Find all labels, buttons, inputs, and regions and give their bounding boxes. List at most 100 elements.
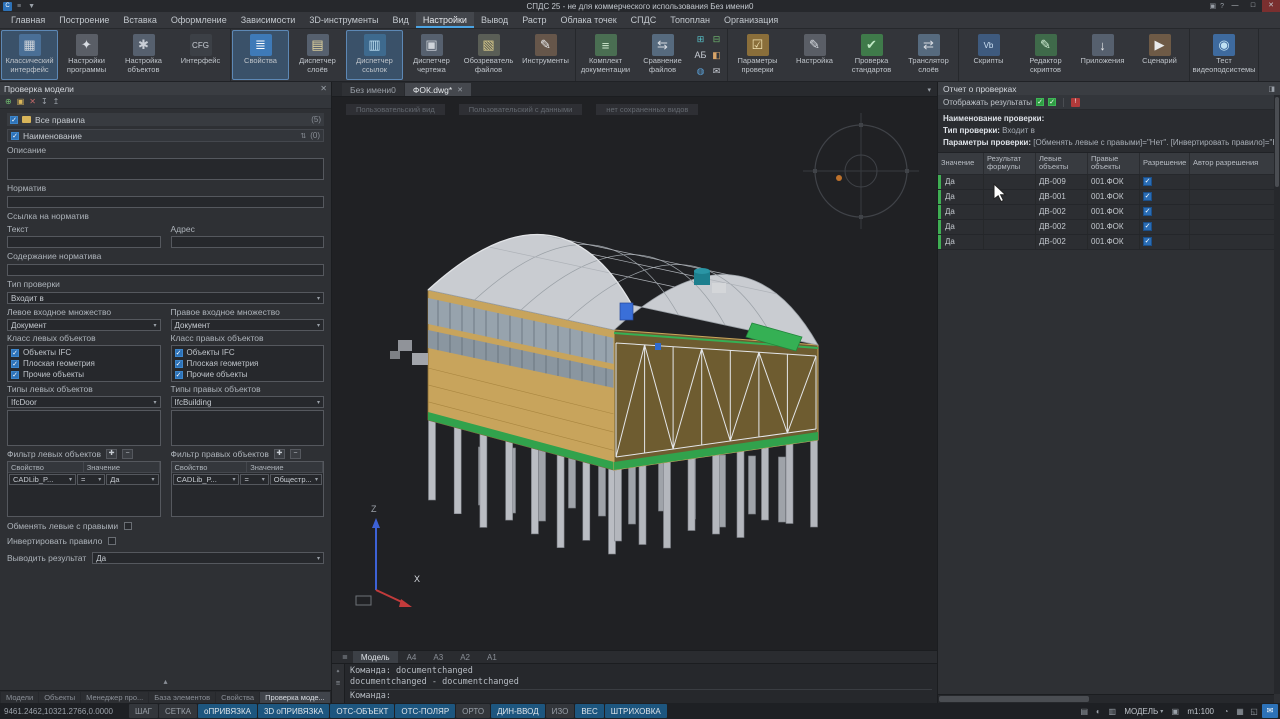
report-column-header[interactable]: Значение [938, 153, 984, 174]
rules-root-checkbox[interactable] [10, 116, 18, 124]
toggle-ДИН-ВВОД[interactable]: ДИН-ВВОД [491, 704, 544, 718]
swap-checkbox[interactable] [124, 522, 132, 530]
annotation-visibility-icon[interactable]: ◐ [1091, 707, 1105, 716]
resolution-checkbox[interactable]: ✓ [1143, 192, 1152, 201]
saved-view-button[interactable]: нет сохраненных видов [596, 104, 698, 115]
remove-filter-icon[interactable]: − [122, 449, 133, 459]
auto-annotation-icon[interactable]: ▥ [1105, 707, 1119, 716]
menu-item-СПДС[interactable]: СПДС [624, 12, 664, 28]
menu-item-Вывод[interactable]: Вывод [474, 12, 515, 28]
class-option[interactable]: Объекты IFC [11, 348, 157, 357]
report-row[interactable]: ДаДВ-002001.ФОК✓ [938, 220, 1280, 235]
class-option-checkbox[interactable] [11, 360, 19, 368]
left-types-listbox[interactable] [7, 410, 161, 446]
toggle-ОРТО[interactable]: ОРТО [456, 704, 490, 718]
report-row[interactable]: ДаДВ-001001.ФОК✓ [938, 190, 1280, 205]
resolution-checkbox[interactable]: ✓ [1143, 237, 1152, 246]
history-icon[interactable]: ≡ [336, 679, 340, 687]
layout-tab-Модель[interactable]: Модель [353, 651, 398, 663]
panel-close-icon[interactable]: ✕ [320, 84, 327, 93]
ribbon-button-properties[interactable]: ≣Свойства [232, 30, 289, 80]
remove-filter-icon[interactable]: − [290, 449, 301, 459]
panel-tab-Модели[interactable]: Модели [1, 692, 38, 703]
toggle-ШТРИХОВКА[interactable]: ШТРИХОВКА [605, 704, 667, 718]
panel-tab-Объекты[interactable]: Объекты [39, 692, 80, 703]
table-export-icon[interactable]: ⊟ [709, 32, 724, 47]
layout-tab-А4[interactable]: А4 [399, 651, 425, 663]
layout-list-icon[interactable]: ≣ [338, 651, 352, 663]
import-rules-icon[interactable]: ↧ [41, 97, 48, 106]
ribbon-button-file-browser[interactable]: ▧Обозреватель файлов [460, 30, 517, 80]
report-row[interactable]: ДаДВ-002001.ФОК✓ [938, 235, 1280, 250]
filter-operator-dropdown[interactable]: =▾ [77, 474, 105, 485]
errors-filter-icon[interactable]: ! [1071, 98, 1080, 107]
sort-arrows-icon[interactable]: ⇅ [300, 132, 306, 140]
ribbon-button-apps[interactable]: ↓Приложения [1074, 30, 1131, 80]
rule-group-row[interactable]: Наименование ⇅ (0) [7, 129, 324, 142]
rules-root-item[interactable]: Все правила (5) [7, 113, 324, 126]
scale-lock-icon[interactable]: ▣ [1168, 707, 1182, 716]
right-set-dropdown[interactable]: Документ ▾ [171, 319, 325, 331]
ribbon-button-scripts-vb[interactable]: VbСкрипты [960, 30, 1017, 80]
left-type-dropdown[interactable]: IfcDoor ▾ [7, 396, 161, 408]
panel-tab-Свойства[interactable]: Свойства [216, 692, 259, 703]
collapse-chevron-icon[interactable]: ▴ [7, 677, 324, 686]
report-column-header[interactable]: Правые объекты [1088, 153, 1140, 174]
class-option-checkbox[interactable] [175, 360, 183, 368]
table-import-icon[interactable]: ⊞ [693, 32, 708, 47]
add-filter-icon[interactable]: ✚ [106, 449, 117, 459]
ribbon-button-script-editor[interactable]: ✎Редактор скриптов [1017, 30, 1074, 80]
menu-item-Построение[interactable]: Построение [52, 12, 116, 28]
class-option[interactable]: Прочие объекты [175, 370, 321, 379]
ribbon-button-file-compare[interactable]: ⇆Сравнение файлов [634, 30, 691, 80]
ribbon-button-check-params[interactable]: ☑Параметры проверки [729, 30, 786, 80]
spellcheck-icon[interactable]: АБ [693, 48, 708, 63]
close-button[interactable]: ✕ [1262, 0, 1280, 12]
saved-view-button[interactable]: Пользовательский с данными [459, 104, 583, 115]
menu-item-Оформление[interactable]: Оформление [164, 12, 234, 28]
minimize-button[interactable]: — [1226, 0, 1244, 12]
toggle-оПРИВЯЗКА[interactable]: оПРИВЯЗКА [198, 704, 257, 718]
menu-item-Настройки[interactable]: Настройки [416, 12, 474, 28]
annotation-scale-icon[interactable]: ▤ [1077, 707, 1091, 716]
current-scale[interactable]: m1:100 [1183, 707, 1218, 716]
report-column-header[interactable]: Результат формулы [984, 153, 1036, 174]
menu-item-Топоплан[interactable]: Топоплан [663, 12, 717, 28]
quick-access-menu-icon[interactable]: ≡ [15, 3, 23, 10]
command-prompt[interactable]: Команда: [350, 689, 932, 701]
save-icon[interactable]: ▼ [26, 3, 37, 10]
pin-icon[interactable]: ◨ [1268, 85, 1275, 93]
ribbon-button-video-test[interactable]: ◉Тест видеоподсистемы [1191, 30, 1257, 80]
output-result-dropdown[interactable]: Да ▾ [92, 552, 324, 564]
export-rules-icon[interactable]: ↥ [53, 97, 60, 106]
ribbon-button-program-settings[interactable]: ✦Настройки программы [58, 30, 115, 80]
invert-checkbox[interactable] [108, 537, 116, 545]
ribbon-button-doc-set[interactable]: ≡Комплект документации [577, 30, 634, 80]
filter-property-dropdown[interactable]: CADLib_P...▾ [9, 474, 76, 485]
filter-property-dropdown[interactable]: CADLib_P...▾ [173, 474, 240, 485]
layout-tab-А2[interactable]: А2 [452, 651, 478, 663]
class-option-checkbox[interactable] [11, 349, 19, 357]
show-passed-checkbox[interactable] [1036, 98, 1044, 106]
saved-view-button[interactable]: Пользовательский вид [346, 104, 445, 115]
tab-list-chevron-icon[interactable]: ▾ [921, 83, 937, 96]
toggle-ШАГ[interactable]: ШАГ [129, 704, 158, 718]
class-option[interactable]: Плоская геометрия [11, 359, 157, 368]
right-types-listbox[interactable] [171, 410, 325, 446]
resolution-checkbox[interactable]: ✓ [1143, 207, 1152, 216]
toggle-СЕТКА[interactable]: СЕТКА [159, 704, 197, 718]
menu-item-Зависимости[interactable]: Зависимости [234, 12, 303, 28]
ribbon-button-xref-manager[interactable]: ▥Диспетчер ссылок [346, 30, 403, 80]
layout-tab-А3[interactable]: А3 [425, 651, 451, 663]
viewport[interactable]: Пользовательский вид Пользовательский с д… [332, 97, 937, 650]
workspace-icon[interactable]: ▣ [1207, 2, 1218, 10]
customize-icon[interactable]: ✦ [336, 667, 340, 675]
filter-operator-dropdown[interactable]: =▾ [240, 474, 268, 485]
scale-list-icon[interactable]: ◔ [1219, 707, 1233, 716]
add-rule-icon[interactable]: ⊕ [5, 97, 12, 106]
ribbon-button-tools[interactable]: ✎Инструменты [517, 30, 574, 80]
report-row[interactable]: ДаДВ-009001.ФОК✓ [938, 175, 1280, 190]
class-option-checkbox[interactable] [11, 371, 19, 379]
panel-tab-База элементов[interactable]: База элементов [149, 692, 215, 703]
document-tab[interactable]: ФОК.dwg*✕ [405, 83, 471, 96]
